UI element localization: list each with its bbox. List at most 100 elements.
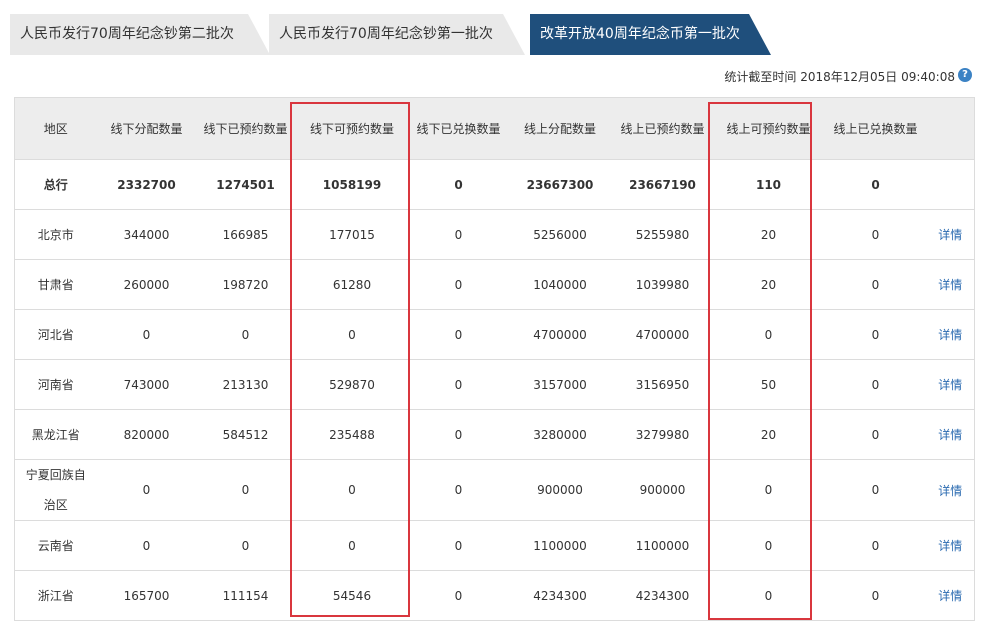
detail-cell: 详情 (926, 520, 975, 571)
table-cell: 0 (96, 459, 197, 521)
table-cell: 61280 (294, 259, 410, 310)
detail-link[interactable]: 详情 (938, 328, 962, 342)
table-cell: 0 (294, 309, 410, 360)
tab-banknote-batch-1[interactable]: 人民币发行70周年纪念钞第一批次 (269, 14, 525, 55)
table-cell: 344000 (96, 209, 197, 260)
table-cell: 4234300 (507, 570, 613, 621)
table-cell: 4700000 (612, 309, 713, 360)
table-cell: 1100000 (612, 520, 713, 571)
table-cell: 0 (824, 409, 927, 460)
table-cell: 900000 (612, 459, 713, 521)
table-cell: 0 (409, 209, 508, 260)
table-cell: 260000 (96, 259, 197, 310)
table-cell: 5255980 (612, 209, 713, 260)
table-cell: 0 (294, 459, 410, 521)
table-row: 北京市 344000 166985 177015 0 5256000 5255980 20 0 详… (14, 209, 975, 260)
column-header: 线上已兑换数量 (824, 97, 927, 160)
table-cell: 1058199 (294, 159, 410, 210)
detail-link[interactable]: 详情 (938, 278, 962, 292)
table-cell: 0 (712, 570, 825, 621)
tab-banknote-batch-2[interactable]: 人民币发行70周年纪念钞第二批次 (10, 14, 270, 55)
table-cell (926, 159, 975, 210)
column-header: 线上可预约数量 (712, 97, 825, 160)
table-row-total: 总行 2332700 1274501 1058199 0 23667300 23… (14, 159, 975, 210)
table-cell: 0 (824, 570, 927, 621)
detail-link[interactable]: 详情 (938, 589, 962, 603)
table-row: 甘肃省 260000 198720 61280 0 1040000 1039980 20 0 详情 (14, 259, 975, 310)
detail-link[interactable]: 详情 (938, 539, 962, 553)
table-cell: 23667190 (612, 159, 713, 210)
table-cell: 0 (824, 159, 927, 210)
detail-cell: 详情 (926, 570, 975, 621)
detail-cell: 详情 (926, 309, 975, 360)
table-cell: 584512 (196, 409, 295, 460)
table-header-row: 地区 线下分配数量 线下已预约数量 线下可预约数量 线下已兑换数量 线上分配数量… (14, 97, 975, 160)
table-cell: 0 (824, 520, 927, 571)
table-cell: 111154 (196, 570, 295, 621)
table-cell: 3157000 (507, 359, 613, 410)
table-cell: 0 (96, 520, 197, 571)
table-row: 河南省 743000 213130 529870 0 3157000 3156950 50 0 详… (14, 359, 975, 410)
table-cell: 甘肃省 (14, 259, 97, 310)
table-cell: 0 (712, 459, 825, 521)
table-cell: 20 (712, 259, 825, 310)
column-header (926, 97, 975, 160)
table-row: 河北省 0 0 0 0 4700000 4700000 0 0 详情 (14, 309, 975, 360)
table-cell: 1039980 (612, 259, 713, 310)
table-cell: 5256000 (507, 209, 613, 260)
table-cell: 3280000 (507, 409, 613, 460)
column-header: 线下可预约数量 (294, 97, 410, 160)
table-cell: 3279980 (612, 409, 713, 460)
table-cell: 0 (824, 309, 927, 360)
table-cell: 900000 (507, 459, 613, 521)
table-row: 云南省 0 0 0 0 1100000 1100000 0 0 详情 (14, 520, 975, 571)
table-cell: 20 (712, 409, 825, 460)
table-cell: 198720 (196, 259, 295, 310)
stats-text: 统计截至时间 2018年12月05日 09:40:08 (724, 70, 955, 84)
table-cell: 河北省 (14, 309, 97, 360)
table-cell: 0 (96, 309, 197, 360)
table-cell: 0 (824, 209, 927, 260)
detail-cell: 详情 (926, 359, 975, 410)
table-cell: 2332700 (96, 159, 197, 210)
table-cell: 166985 (196, 209, 295, 260)
table-cell: 1100000 (507, 520, 613, 571)
table-cell: 0 (196, 309, 295, 360)
table-cell: 165700 (96, 570, 197, 621)
detail-link[interactable]: 详情 (938, 484, 962, 498)
detail-cell: 详情 (926, 209, 975, 260)
table-cell: 235488 (294, 409, 410, 460)
table-cell: 0 (409, 309, 508, 360)
table-cell: 黑龙江省 (14, 409, 97, 460)
table-cell: 110 (712, 159, 825, 210)
table-cell: 54546 (294, 570, 410, 621)
tab-coin-batch-1[interactable]: 改革开放40周年纪念币第一批次 (530, 14, 771, 55)
detail-cell: 详情 (926, 459, 975, 521)
table-cell: 浙江省 (14, 570, 97, 621)
column-header: 地区 (14, 97, 97, 160)
table-cell: 177015 (294, 209, 410, 260)
column-header: 线上已预约数量 (612, 97, 713, 160)
table-cell: 0 (409, 259, 508, 310)
table-cell: 4234300 (612, 570, 713, 621)
table-cell: 0 (409, 359, 508, 410)
table-cell: 0 (824, 459, 927, 521)
table-cell: 20 (712, 209, 825, 260)
table-cell: 0 (824, 359, 927, 410)
detail-link[interactable]: 详情 (938, 378, 962, 392)
table-cell: 213130 (196, 359, 295, 410)
column-header: 线下分配数量 (96, 97, 197, 160)
detail-link[interactable]: 详情 (938, 428, 962, 442)
table-cell: 0 (712, 309, 825, 360)
allocation-table: 地区 线下分配数量 线下已预约数量 线下可预约数量 线下已兑换数量 线上分配数量… (14, 97, 975, 621)
table-row: 黑龙江省 820000 584512 235488 0 3280000 3279980 20 0… (14, 409, 975, 460)
table-cell: 50 (712, 359, 825, 410)
help-icon[interactable]: ? (958, 67, 972, 82)
table-cell: 河南省 (14, 359, 97, 410)
detail-link[interactable]: 详情 (938, 228, 962, 242)
detail-cell: 详情 (926, 409, 975, 460)
column-header: 线上分配数量 (507, 97, 613, 160)
table-cell: 0 (294, 520, 410, 571)
table-cell: 0 (409, 570, 508, 621)
table-cell: 0 (196, 459, 295, 521)
